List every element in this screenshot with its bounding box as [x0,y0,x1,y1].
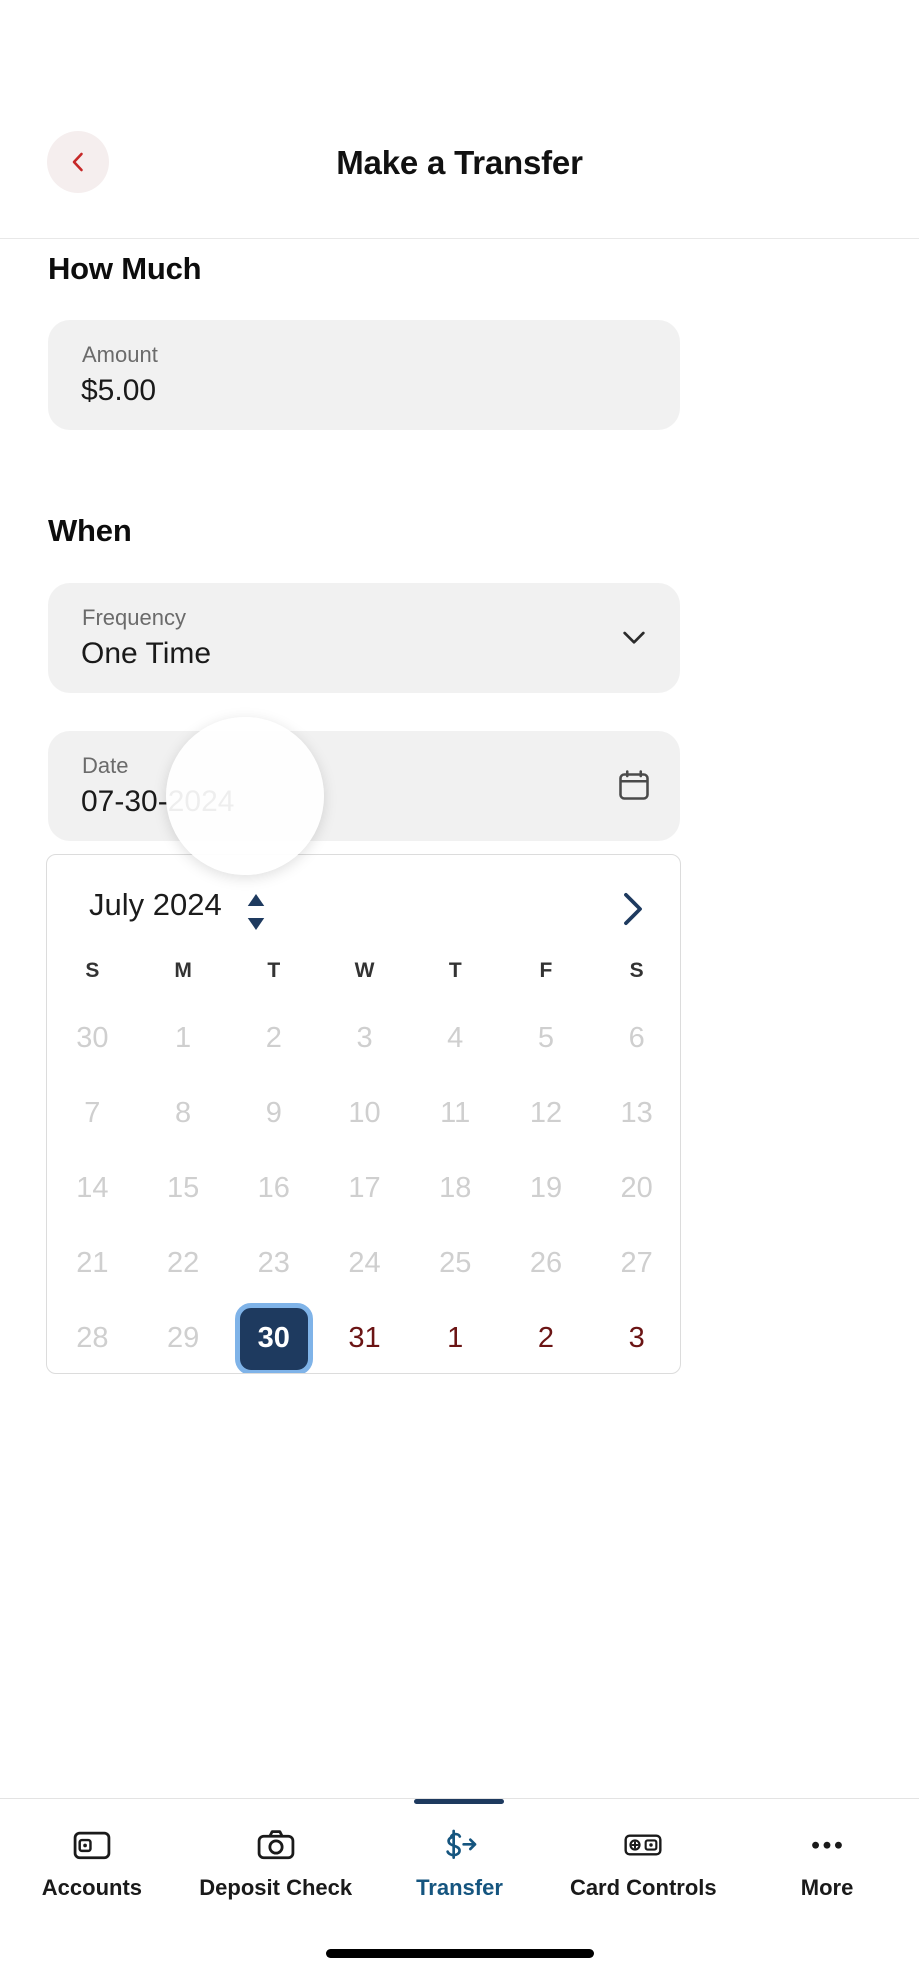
frequency-field-value: One Time [81,637,212,670]
app-header: Make a Transfer [0,0,919,239]
nav-item-accounts[interactable]: Accounts [0,1799,184,1929]
page-title: Make a Transfer [336,144,583,181]
amount-field-value: $5.00 [81,374,157,407]
calendar-day-header: W [354,959,375,982]
calendar-day-cell[interactable]: 1 [410,1301,501,1373]
bottom-navigation: Accounts Deposit Check Transfer Card Contro… [0,1798,919,1980]
nav-item-deposit-check[interactable]: Deposit Check [184,1799,368,1929]
calendar-day-header: S [85,959,100,982]
nav-item-label: Deposit Check [199,1875,353,1900]
card-plus-icon [623,1827,663,1863]
calendar-week-row: 21 22 23 24 25 26 27 [47,1226,680,1301]
calendar-day-cell: 11 [440,1097,471,1129]
calendar-day-cell: 13 [620,1097,653,1129]
home-indicator [325,1949,594,1958]
calendar-day-cell: 29 [166,1322,200,1354]
calendar-day-cell: 25 [439,1247,472,1279]
calendar-day-cell: 14 [76,1172,109,1204]
chevron-down-icon[interactable] [618,621,650,653]
calendar-week-row: 7 8 9 10 11 12 13 [47,1076,680,1151]
transfer-screen: Make a Transfer How Much Amount $5.00 Wh… [0,0,919,1980]
nav-item-card-controls[interactable]: Card Controls [551,1799,735,1929]
calendar-icon[interactable] [616,767,652,803]
calendar-day-cell: 27 [620,1247,653,1279]
calendar-week-row: 14 15 16 17 18 19 20 [47,1151,680,1226]
calendar-header: July 2024 [47,855,680,963]
calendar-day-header: M [174,959,192,982]
calendar-day-cell: 4 [447,1022,464,1054]
dollar-arrow-icon [439,1827,479,1863]
date-field-label: Date [82,753,129,778]
calendar-day-header: T [267,959,281,982]
calendar-day-cell: 24 [348,1247,381,1279]
calendar-day-cell: 10 [348,1097,381,1129]
calendar-day-label: 30 [257,1322,290,1354]
calendar-day-cell: 2 [265,1022,282,1054]
calendar-day-cell: 20 [620,1172,653,1204]
calendar-day-cell: 15 [166,1172,200,1204]
frequency-field[interactable]: Frequency One Time [48,583,680,693]
calendar-day-cell[interactable]: 3 [591,1301,680,1373]
calendar-grid: 30 1 2 3 4 5 6 7 8 9 10 11 12 13 14 15 16 17 18 19 20 21 22 23 2… [47,1001,680,1373]
amount-field-label: Amount [82,342,158,367]
nav-item-label: More [800,1875,854,1900]
calendar-day-cell: 6 [628,1022,645,1054]
calendar-day-cell: 8 [175,1097,192,1129]
calendar-day-header: S [629,959,644,982]
calendar-day-cell: 16 [257,1172,290,1204]
nav-item-label: Transfer [416,1875,503,1900]
calendar-day-cell[interactable]: 2 [501,1301,592,1373]
calendar-day-cell: 26 [529,1247,563,1279]
date-field-value: 07-30-2024 [81,785,235,818]
ellipsis-icon [807,1827,847,1863]
date-field[interactable]: Date 07-30-2024 [48,731,680,841]
calendar-day-cell: 18 [439,1172,472,1204]
calendar-week-row: 28 29 30 31 1 2 3 [47,1301,680,1373]
calendar-day-header: T [448,959,462,982]
calendar-day-cell: 3 [356,1022,373,1054]
calendar-day-cell[interactable]: 30 [228,1301,319,1373]
calendar-day-header: F [539,959,553,982]
calendar-day-cell: 7 [84,1097,101,1129]
section-title-how-much: How Much [48,251,202,286]
calendar-day-cell: 19 [529,1172,563,1204]
calendar-day-cell: 5 [537,1022,555,1054]
calendar-day-cell: 30 [76,1022,109,1054]
calendar-day-cell: 9 [265,1097,282,1129]
calendar-day-cell: 22 [166,1247,200,1279]
calendar-week-row: 30 1 2 3 4 5 6 [47,1001,680,1076]
calendar-day-cell: 1 [175,1022,192,1054]
wallet-icon [72,1827,112,1863]
calendar-day-cell[interactable]: 31 [319,1301,410,1373]
camera-icon [256,1827,296,1863]
amount-field[interactable]: Amount $5.00 [48,320,680,430]
nav-item-transfer[interactable]: Transfer [368,1799,552,1929]
calendar-day-cell: 17 [348,1172,381,1204]
calendar-day-headers: SMTWTFS [47,959,680,983]
calendar-day-cell: 23 [257,1247,290,1279]
frequency-field-label: Frequency [82,605,186,630]
calendar-day-cell: 21 [76,1247,109,1279]
up-down-spinner-icon[interactable] [245,891,267,933]
calendar-day-cell: 12 [529,1097,563,1129]
calendar-month-label: July 2024 [89,887,222,922]
nav-item-label: Card Controls [569,1875,717,1900]
chevron-right-icon[interactable] [616,887,650,931]
calendar-day-cell: 28 [76,1322,109,1354]
nav-item-label: Accounts [41,1875,143,1900]
date-picker-popup: July 2024 SMTWTFS 30 1 2 3 4 5 6 7 8 9 10 11 12 13 14 1… [46,854,681,1374]
section-title-when: When [48,513,132,548]
nav-active-indicator [414,1799,505,1804]
nav-item-more[interactable]: More [735,1799,919,1929]
